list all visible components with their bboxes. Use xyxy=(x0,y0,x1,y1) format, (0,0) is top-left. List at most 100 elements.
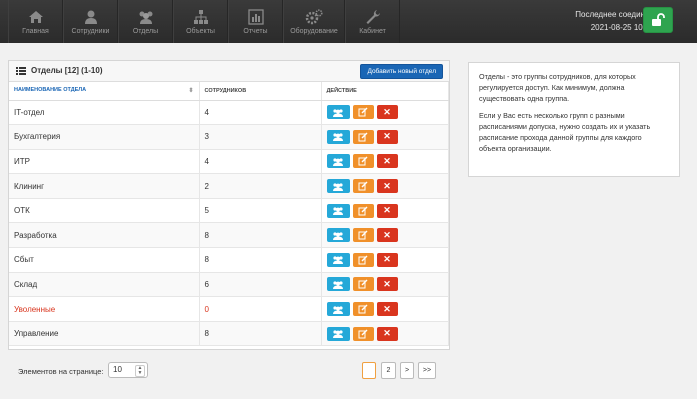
group-icon xyxy=(333,232,343,240)
info-paragraph-2: Если у Вас есть несколько групп с разным… xyxy=(479,111,651,153)
info-paragraph-1: Отделы - это группы сотрудников, для кот… xyxy=(479,72,636,103)
employees-button[interactable] xyxy=(326,179,350,194)
delete-button[interactable]: ✕ xyxy=(376,203,398,218)
nav-equipment[interactable]: Оборудование xyxy=(283,0,345,43)
edit-icon xyxy=(358,329,368,339)
nav-employees[interactable]: Сотрудники xyxy=(63,0,118,43)
delete-button[interactable]: ✕ xyxy=(376,129,398,144)
row-actions: ✕ xyxy=(321,173,449,199)
lock-button[interactable] xyxy=(643,7,673,33)
group-icon xyxy=(333,133,343,142)
department-name: Уволенные xyxy=(9,296,200,322)
edit-icon xyxy=(358,156,368,166)
department-name: Бухгалтерия xyxy=(9,124,200,150)
group-icon xyxy=(333,182,343,191)
edit-icon xyxy=(358,230,368,240)
nav-departments-label: Отделы xyxy=(132,28,159,35)
group-icon xyxy=(333,330,343,339)
employees-button[interactable] xyxy=(326,228,350,243)
edit-icon xyxy=(358,107,368,117)
edit-button[interactable] xyxy=(352,228,374,243)
edit-icon xyxy=(358,255,368,265)
row-actions: ✕ xyxy=(321,198,449,224)
close-icon: ✕ xyxy=(383,155,391,166)
nav-departments[interactable]: Отделы xyxy=(118,0,173,43)
close-icon: ✕ xyxy=(383,180,391,191)
edit-button[interactable] xyxy=(352,179,374,194)
page-button-2[interactable]: 2 xyxy=(381,362,396,379)
employee-count: 5 xyxy=(199,198,322,224)
employees-button[interactable] xyxy=(326,326,350,341)
row-actions: ✕ xyxy=(321,296,449,322)
edit-button[interactable] xyxy=(352,105,374,120)
delete-button[interactable]: ✕ xyxy=(376,326,398,341)
employees-button[interactable] xyxy=(326,302,350,317)
edit-button[interactable] xyxy=(352,252,374,267)
panel-title: Отделы [12] (1-10) xyxy=(31,66,103,75)
edit-button[interactable] xyxy=(352,277,374,292)
add-department-button[interactable]: Добавить новый отдел xyxy=(360,64,443,79)
employee-count: 2 xyxy=(199,173,322,199)
edit-button[interactable] xyxy=(352,154,374,169)
home-icon xyxy=(28,11,43,23)
group-icon xyxy=(333,281,343,289)
row-actions: ✕ xyxy=(321,124,449,150)
edit-button[interactable] xyxy=(352,203,374,218)
group-icon xyxy=(139,11,152,24)
department-name: Управление xyxy=(9,321,200,347)
table-row: ИТР 4 ✕ xyxy=(9,149,449,175)
per-page-stepper[interactable]: 10 ▲ ▼ xyxy=(108,362,148,378)
delete-button[interactable]: ✕ xyxy=(376,105,398,120)
nav-objects[interactable]: Объекты xyxy=(173,0,228,43)
per-page-value: 10 xyxy=(113,365,122,374)
nav-reports[interactable]: Отчеты xyxy=(228,0,283,43)
edit-icon xyxy=(358,132,368,142)
column-header-name[interactable]: Наименование отдела ⬍ xyxy=(9,82,200,101)
row-actions: ✕ xyxy=(321,247,449,273)
stepper-arrows-icon[interactable]: ▲ ▼ xyxy=(135,365,145,377)
delete-button[interactable]: ✕ xyxy=(376,277,398,292)
nav-objects-label: Объекты xyxy=(186,28,215,35)
departments-panel: Отделы [12] (1-10) Добавить новый отдел … xyxy=(8,60,450,350)
page-next-button[interactable]: > xyxy=(400,362,414,379)
employee-count: 3 xyxy=(199,124,322,150)
list-icon xyxy=(16,67,26,75)
nav-home[interactable]: Главная xyxy=(8,0,63,43)
employee-count: 8 xyxy=(199,222,322,249)
page-last-button[interactable]: >> xyxy=(418,362,436,379)
row-actions: ✕ xyxy=(321,222,449,249)
employees-button[interactable] xyxy=(326,154,350,169)
delete-button[interactable]: ✕ xyxy=(376,228,398,243)
close-icon: ✕ xyxy=(383,328,391,339)
edit-button[interactable] xyxy=(352,302,374,317)
row-actions: ✕ xyxy=(321,321,449,347)
delete-button[interactable]: ✕ xyxy=(376,179,398,194)
employee-count: 0 xyxy=(199,296,322,322)
edit-button[interactable] xyxy=(352,326,374,341)
employees-button[interactable] xyxy=(326,252,350,267)
delete-button[interactable]: ✕ xyxy=(376,252,398,267)
delete-button[interactable]: ✕ xyxy=(376,154,398,169)
edit-button[interactable] xyxy=(352,129,374,144)
edit-icon xyxy=(358,304,368,314)
employee-count: 4 xyxy=(199,100,322,126)
close-icon: ✕ xyxy=(383,254,391,265)
edit-icon xyxy=(358,279,368,289)
delete-button[interactable]: ✕ xyxy=(376,302,398,317)
employees-button[interactable] xyxy=(326,105,350,120)
nav-cabinet[interactable]: Кабинет xyxy=(345,0,400,43)
edit-icon xyxy=(358,206,368,216)
employees-button[interactable] xyxy=(326,203,350,218)
employee-count: 4 xyxy=(199,149,322,175)
nav-cabinet-label: Кабинет xyxy=(359,28,386,35)
close-icon: ✕ xyxy=(383,131,391,142)
page-button-current[interactable] xyxy=(362,362,376,379)
close-icon: ✕ xyxy=(383,205,391,216)
employees-button[interactable] xyxy=(326,129,350,144)
employees-button[interactable] xyxy=(326,277,350,292)
group-icon xyxy=(333,256,343,265)
table-row: Управление 8 ✕ xyxy=(9,321,449,347)
row-actions: ✕ xyxy=(321,272,449,298)
department-name: ОТК xyxy=(9,198,200,224)
nav-employees-label: Сотрудники xyxy=(71,28,110,35)
